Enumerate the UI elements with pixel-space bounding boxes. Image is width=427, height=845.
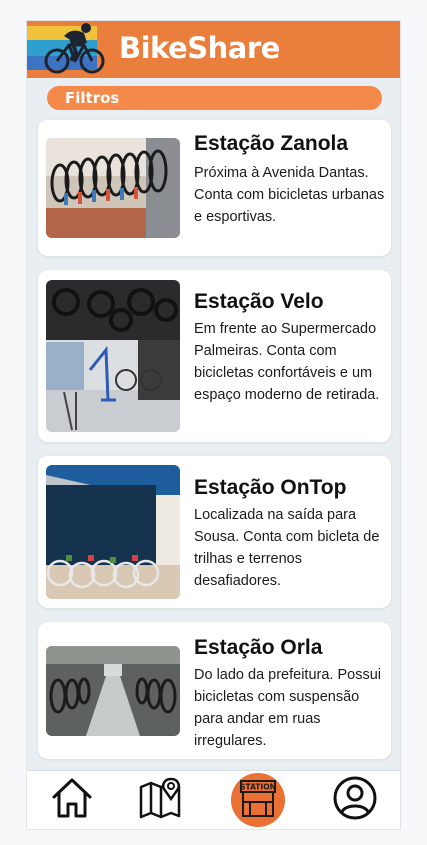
station-card-velo[interactable]: Estação Velo Em frente ao Supermercado P… <box>38 270 391 442</box>
station-nav-button[interactable]: STATION <box>231 773 285 827</box>
station-photo-orla <box>46 646 180 736</box>
station-photo-ontop <box>46 465 180 599</box>
profile-icon[interactable] <box>332 775 378 821</box>
filters-label: Filtros <box>65 89 120 107</box>
app-screen: BikeShare Filtros Estação Zanola Próxima… <box>26 20 401 830</box>
station-description: Do lado da prefeitura. Possui bicicletas… <box>194 667 381 749</box>
map-icon[interactable] <box>137 775 183 821</box>
app-title: BikeShare <box>119 31 280 65</box>
station-description: Localizada na saída para Sousa. Conta co… <box>194 507 380 589</box>
home-icon[interactable] <box>49 775 95 821</box>
svg-text:STATION: STATION <box>240 783 276 792</box>
station-card-zanola[interactable]: Estação Zanola Próxima à Avenida Dantas.… <box>38 120 391 256</box>
cyclist-logo-icon <box>44 23 105 74</box>
station-card-orla[interactable]: Estação Orla Do lado da prefeitura. Poss… <box>38 622 391 759</box>
station-photo-velo <box>46 280 180 432</box>
station-title: Estação OnTop <box>194 476 347 499</box>
station-title: Estação Orla <box>194 636 323 659</box>
bottom-nav: STATION <box>27 770 400 829</box>
station-photo-zanola <box>46 138 180 238</box>
station-description: Em frente ao Supermercado Palmeiras. Con… <box>194 321 380 403</box>
app-header: BikeShare <box>27 21 400 78</box>
station-title: Estação Velo <box>194 290 324 313</box>
station-description: Próxima à Avenida Dantas. Conta com bici… <box>194 165 385 225</box>
station-title: Estação Zanola <box>194 132 349 155</box>
station-icon: STATION <box>240 780 276 817</box>
filters-button[interactable]: Filtros <box>47 86 382 110</box>
station-card-ontop[interactable]: Estação OnTop Localizada na saída para S… <box>38 456 391 608</box>
